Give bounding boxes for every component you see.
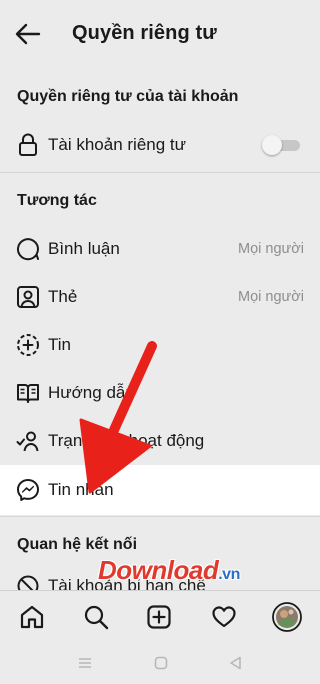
story-row[interactable]: Tin [0, 321, 320, 369]
section-divider [0, 172, 320, 173]
interactions-heading: Tương tác [17, 192, 97, 209]
comments-label: Bình luận [48, 239, 120, 258]
system-back-icon[interactable] [228, 656, 244, 670]
connections-heading: Quan hệ kết nối [17, 536, 138, 553]
system-home-icon[interactable] [153, 656, 169, 670]
heart-icon[interactable] [210, 603, 238, 631]
messages-row[interactable]: Tin nhắn [0, 465, 320, 515]
lock-icon [16, 133, 40, 157]
page-title: Quyền riêng tư [72, 22, 217, 44]
section-divider [0, 516, 320, 517]
comments-value: Mọi người [238, 241, 304, 257]
tags-value: Mọi người [238, 289, 304, 305]
comment-icon [16, 237, 40, 261]
create-post-icon[interactable] [145, 603, 173, 631]
system-navigation-bar [0, 642, 320, 684]
messages-label: Tin nhắn [48, 480, 114, 499]
search-icon[interactable] [82, 603, 110, 631]
download-watermark: Download.vn [98, 555, 240, 586]
bottom-navigation [0, 590, 320, 642]
messenger-icon [16, 478, 40, 502]
tags-row[interactable]: Thẻ Mọi người [0, 273, 320, 321]
private-account-toggle[interactable] [262, 135, 300, 155]
private-account-label: Tài khoản riêng tư [48, 135, 187, 154]
comments-row[interactable]: Bình luận Mọi người [0, 225, 320, 273]
guides-label: Hướng dẫn [48, 383, 135, 402]
recent-apps-icon[interactable] [77, 656, 93, 670]
tag-icon [16, 285, 40, 309]
tags-label: Thẻ [48, 287, 78, 306]
activity-status-label: Trạng thái hoạt động [48, 431, 205, 450]
back-arrow-icon[interactable] [14, 20, 42, 48]
story-icon [16, 333, 40, 357]
activity-status-row[interactable]: Trạng thái hoạt động [0, 417, 320, 465]
watermark-text: Download [98, 555, 219, 585]
profile-avatar[interactable] [272, 602, 302, 632]
activity-status-icon [16, 429, 40, 453]
restricted-icon [16, 574, 40, 590]
story-label: Tin [48, 335, 71, 354]
guide-icon [16, 381, 40, 405]
watermark-suffix: .vn [218, 566, 240, 583]
home-icon[interactable] [18, 603, 46, 631]
app-header: Quyền riêng tư [0, 0, 320, 68]
private-account-row[interactable]: Tài khoản riêng tư [0, 121, 320, 169]
account-privacy-heading: Quyền riêng tư của tài khoản [17, 88, 239, 105]
guides-row[interactable]: Hướng dẫn [0, 369, 320, 417]
toggle-knob [262, 135, 282, 155]
